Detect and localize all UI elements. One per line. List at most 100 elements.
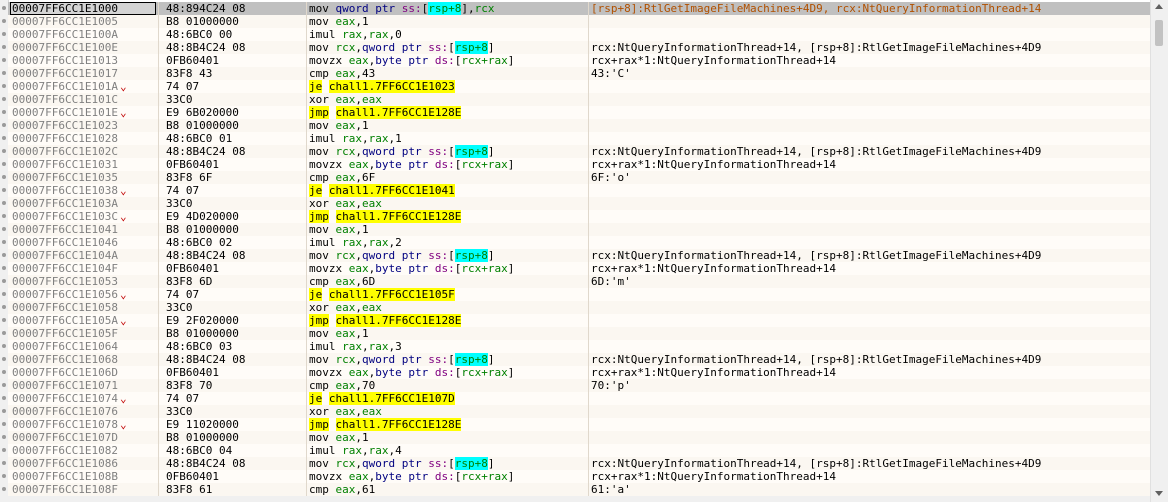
- address-cell[interactable]: 00007FF6CC1E108F: [10, 483, 156, 496]
- breakpoint-dot-icon[interactable]: [2, 266, 6, 270]
- instruction-cell[interactable]: imul rax,rax,3: [309, 340, 402, 353]
- disasm-row[interactable]: 00007FF6CC1E1023 B8 01000000 mov eax,1: [2, 119, 1151, 132]
- address-cell[interactable]: 00007FF6CC1E108B: [10, 470, 156, 483]
- breakpoint-dot-icon[interactable]: [2, 71, 6, 75]
- disasm-row[interactable]: 00007FF6CC1E1053 83F8 6D cmp eax,6D 6D:'m': [2, 275, 1151, 288]
- breakpoint-dot-icon[interactable]: [2, 201, 6, 205]
- disassembly-view[interactable]: 00007FF6CC1E1000 48:894C24 08 mov qword pt…: [0, 0, 1168, 502]
- address-cell[interactable]: 00007FF6CC1E1086: [10, 457, 156, 470]
- instruction-cell[interactable]: xor eax,eax: [309, 301, 382, 314]
- disasm-row[interactable]: 00007FF6CC1E108F 83F8 61 cmp eax,61 61:'a': [2, 483, 1151, 496]
- breakpoint-dot-icon[interactable]: [2, 214, 6, 218]
- disasm-row[interactable]: 00007FF6CC1E1005 B8 01000000 mov eax,1: [2, 15, 1151, 28]
- instruction-cell[interactable]: movzx eax,byte ptr ds:[rcx+rax]: [309, 366, 514, 379]
- breakpoint-dot-icon[interactable]: [2, 149, 6, 153]
- address-cell[interactable]: 00007FF6CC1E1071: [10, 379, 156, 392]
- disasm-row[interactable]: 00007FF6CC1E106D 0FB60401 movzx eax,byte p…: [2, 366, 1151, 379]
- disasm-row[interactable]: 00007FF6CC1E101C 33C0 xor eax,eax: [2, 93, 1151, 106]
- instruction-cell[interactable]: je chall1.7FF6CC1E1023: [309, 80, 455, 93]
- disasm-row[interactable]: 00007FF6CC1E1064 48:6BC0 03 imul rax,rax,3: [2, 340, 1151, 353]
- instruction-cell[interactable]: jmp chall1.7FF6CC1E128E: [309, 314, 462, 327]
- instruction-cell[interactable]: jmp chall1.7FF6CC1E128E: [309, 210, 462, 223]
- instruction-token[interactable]: chall1.7FF6CC1E107D: [328, 392, 455, 405]
- disasm-row[interactable]: 00007FF6CC1E1071 83F8 70 cmp eax,70 70:'p': [2, 379, 1151, 392]
- instruction-cell[interactable]: jmp chall1.7FF6CC1E128E: [309, 418, 462, 431]
- disasm-row[interactable]: 00007FF6CC1E1031 0FB60401 movzx eax,byte p…: [2, 158, 1151, 171]
- address-cell[interactable]: 00007FF6CC1E1058: [10, 301, 156, 314]
- disasm-row[interactable]: 00007FF6CC1E102C 48:8B4C24 08 mov rcx,qwor…: [2, 145, 1151, 158]
- address-cell[interactable]: 00007FF6CC1E1046: [10, 236, 156, 249]
- disasm-row[interactable]: 00007FF6CC1E104A 48:8B4C24 08 mov rcx,qwor…: [2, 249, 1151, 262]
- address-cell[interactable]: 00007FF6CC1E1035: [10, 171, 156, 184]
- disasm-row[interactable]: 00007FF6CC1E103C ⌄ E9 4D020000 jmp chall1.7…: [2, 210, 1151, 223]
- address-cell[interactable]: 00007FF6CC1E106D: [10, 366, 156, 379]
- breakpoint-dot-icon[interactable]: [2, 110, 6, 114]
- disasm-row[interactable]: 00007FF6CC1E1058 33C0 xor eax,eax: [2, 301, 1151, 314]
- breakpoint-dot-icon[interactable]: [2, 435, 6, 439]
- breakpoint-dot-icon[interactable]: [2, 305, 6, 309]
- instruction-token[interactable]: chall1.7FF6CC1E128E: [335, 106, 462, 119]
- instruction-cell[interactable]: xor eax,eax: [309, 405, 382, 418]
- instruction-cell[interactable]: jmp chall1.7FF6CC1E128E: [309, 106, 462, 119]
- address-cell[interactable]: 00007FF6CC1E1017: [10, 67, 156, 80]
- breakpoint-dot-icon[interactable]: [2, 396, 6, 400]
- disasm-row[interactable]: 00007FF6CC1E1017 83F8 43 cmp eax,43 43:'C': [2, 67, 1151, 80]
- breakpoint-dot-icon[interactable]: [2, 292, 6, 296]
- instruction-cell[interactable]: movzx eax,byte ptr ds:[rcx+rax]: [309, 158, 514, 171]
- disasm-row[interactable]: 00007FF6CC1E1068 48:8B4C24 08 mov rcx,qwor…: [2, 353, 1151, 366]
- disasm-row[interactable]: 00007FF6CC1E107D B8 01000000 mov eax,1: [2, 431, 1151, 444]
- breakpoint-dot-icon[interactable]: [2, 188, 6, 192]
- disasm-row[interactable]: 00007FF6CC1E1082 48:6BC0 04 imul rax,rax,4: [2, 444, 1151, 457]
- instruction-cell[interactable]: mov eax,1: [309, 431, 369, 444]
- breakpoint-dot-icon[interactable]: [2, 253, 6, 257]
- scroll-thumb[interactable]: [1155, 20, 1163, 46]
- instruction-cell[interactable]: xor eax,eax: [309, 197, 382, 210]
- instruction-cell[interactable]: movzx eax,byte ptr ds:[rcx+rax]: [309, 54, 514, 67]
- breakpoint-dot-icon[interactable]: [2, 409, 6, 413]
- address-cell[interactable]: 00007FF6CC1E1000: [10, 2, 156, 15]
- instruction-cell[interactable]: mov rcx,qword ptr ss:[rsp+8]: [309, 457, 494, 470]
- breakpoint-dot-icon[interactable]: [2, 136, 6, 140]
- instruction-cell[interactable]: cmp eax,43: [309, 67, 375, 80]
- breakpoint-dot-icon[interactable]: [2, 279, 6, 283]
- instruction-cell[interactable]: xor eax,eax: [309, 93, 382, 106]
- breakpoint-dot-icon[interactable]: [2, 383, 6, 387]
- instruction-token[interactable]: chall1.7FF6CC1E128E: [335, 418, 462, 431]
- horizontal-scrollbar[interactable]: [0, 496, 1151, 502]
- disasm-row[interactable]: 00007FF6CC1E1074 ⌄ 74 07 je chall1.7FF6CC1E…: [2, 392, 1151, 405]
- instruction-cell[interactable]: cmp eax,6D: [309, 275, 375, 288]
- instruction-cell[interactable]: mov rcx,qword ptr ss:[rsp+8]: [309, 145, 494, 158]
- breakpoint-dot-icon[interactable]: [2, 344, 6, 348]
- instruction-cell[interactable]: movzx eax,byte ptr ds:[rcx+rax]: [309, 262, 514, 275]
- breakpoint-dot-icon[interactable]: [2, 58, 6, 62]
- breakpoint-dot-icon[interactable]: [2, 240, 6, 244]
- instruction-cell[interactable]: cmp eax,6F: [309, 171, 375, 184]
- instruction-cell[interactable]: mov eax,1: [309, 223, 369, 236]
- address-cell[interactable]: 00007FF6CC1E1068: [10, 353, 156, 366]
- instruction-cell[interactable]: movzx eax,byte ptr ds:[rcx+rax]: [309, 470, 514, 483]
- address-cell[interactable]: 00007FF6CC1E1031: [10, 158, 156, 171]
- breakpoint-dot-icon[interactable]: [2, 331, 6, 335]
- instruction-cell[interactable]: mov eax,1: [309, 327, 369, 340]
- disasm-row[interactable]: 00007FF6CC1E1041 B8 01000000 mov eax,1: [2, 223, 1151, 236]
- disasm-row[interactable]: 00007FF6CC1E1038 ⌄ 74 07 je chall1.7FF6CC1E…: [2, 184, 1151, 197]
- scroll-up-arrow-icon[interactable]: [1155, 4, 1163, 9]
- breakpoint-dot-icon[interactable]: [2, 318, 6, 322]
- breakpoint-dot-icon[interactable]: [2, 97, 6, 101]
- disasm-row[interactable]: 00007FF6CC1E100A 48:6BC0 00 imul rax,rax,0: [2, 28, 1151, 41]
- breakpoint-dot-icon[interactable]: [2, 32, 6, 36]
- disasm-row[interactable]: 00007FF6CC1E101E ⌄ E9 6B020000 jmp chall1.7…: [2, 106, 1151, 119]
- disasm-row[interactable]: 00007FF6CC1E101A ⌄ 74 07 je chall1.7FF6CC1E…: [2, 80, 1151, 93]
- instruction-token[interactable]: chall1.7FF6CC1E128E: [335, 210, 462, 223]
- instruction-cell[interactable]: je chall1.7FF6CC1E1041: [309, 184, 455, 197]
- breakpoint-dot-icon[interactable]: [2, 19, 6, 23]
- disasm-row[interactable]: 00007FF6CC1E1078 ⌄ E9 11020000 jmp chall1.7…: [2, 418, 1151, 431]
- disasm-row[interactable]: 00007FF6CC1E104F 0FB60401 movzx eax,byte p…: [2, 262, 1151, 275]
- disasm-row[interactable]: 00007FF6CC1E105A ⌄ E9 2F020000 jmp chall1.7…: [2, 314, 1151, 327]
- instruction-cell[interactable]: je chall1.7FF6CC1E107D: [309, 392, 455, 405]
- instruction-cell[interactable]: cmp eax,70: [309, 379, 375, 392]
- address-cell[interactable]: 00007FF6CC1E1076: [10, 405, 156, 418]
- address-cell[interactable]: 00007FF6CC1E1013: [10, 54, 156, 67]
- breakpoint-dot-icon[interactable]: [2, 162, 6, 166]
- instruction-token[interactable]: chall1.7FF6CC1E128E: [335, 314, 462, 327]
